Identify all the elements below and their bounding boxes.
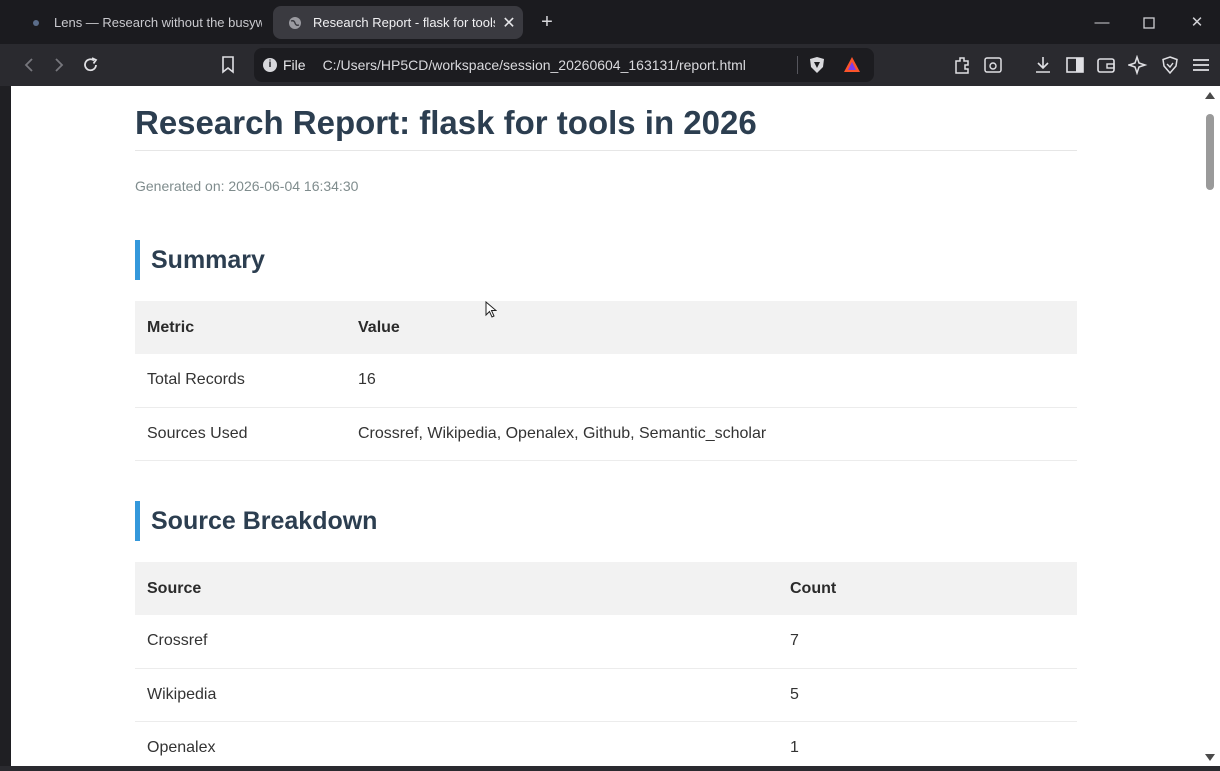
menu-icon[interactable] xyxy=(1189,53,1213,77)
tab-lens[interactable]: Lens — Research without the busywo xyxy=(14,6,262,39)
table-row: Total Records 16 xyxy=(135,354,1077,408)
maximize-button[interactable] xyxy=(1134,10,1164,36)
summary-heading: Summary xyxy=(135,240,265,280)
source-breakdown-heading: Source Breakdown xyxy=(135,501,377,541)
count-cell: 7 xyxy=(778,615,1077,669)
sidebar-toggle-icon[interactable] xyxy=(1063,53,1087,77)
column-header-source: Source xyxy=(135,562,778,615)
close-window-button[interactable]: ✕ xyxy=(1182,10,1212,36)
lens-favicon-icon xyxy=(28,15,44,31)
forward-button[interactable] xyxy=(47,53,71,77)
table-header-row: Metric Value xyxy=(135,301,1077,354)
count-cell: 5 xyxy=(778,668,1077,722)
vpn-shield-icon[interactable] xyxy=(1158,53,1182,77)
bookmark-button[interactable] xyxy=(216,53,240,77)
tab-title: Lens — Research without the busywo xyxy=(54,15,262,30)
window-bottom-edge xyxy=(0,766,1220,771)
new-tab-button[interactable]: + xyxy=(534,10,560,36)
metric-cell: Total Records xyxy=(135,354,346,408)
tab-research-report[interactable]: Research Report - flask for tools ✕ xyxy=(273,6,523,39)
column-header-count: Count xyxy=(778,562,1077,615)
source-cell: Wikipedia xyxy=(135,668,778,722)
extensions-icon[interactable] xyxy=(950,53,974,77)
title-bar: Lens — Research without the busywo Resea… xyxy=(0,0,1220,44)
browser-toolbar: i File C:/Users/HP5CD/workspace/session_… xyxy=(0,44,1220,86)
source-cell: Openalex xyxy=(135,721,778,766)
wallet-icon[interactable] xyxy=(1094,53,1118,77)
close-tab-icon[interactable]: ✕ xyxy=(495,13,523,33)
column-header-metric: Metric xyxy=(135,301,346,354)
table-row: Openalex 1 xyxy=(135,721,1077,766)
url-scheme: File xyxy=(283,57,306,73)
table-row: Sources Used Crossref, Wikipedia, Openal… xyxy=(135,407,1077,461)
summary-table: Metric Value Total Records 16 Sources Us… xyxy=(135,301,1077,461)
url-text[interactable]: C:/Users/HP5CD/workspace/session_2026060… xyxy=(323,57,746,73)
table-header-row: Source Count xyxy=(135,562,1077,615)
address-bar[interactable]: i File C:/Users/HP5CD/workspace/session_… xyxy=(254,48,874,82)
leo-ai-icon[interactable] xyxy=(1126,53,1150,77)
generated-timestamp: Generated on: 2026-06-04 16:34:30 xyxy=(135,178,359,194)
brave-rewards-icon[interactable] xyxy=(843,56,861,77)
back-button[interactable] xyxy=(17,53,41,77)
count-cell: 1 xyxy=(778,721,1077,766)
downloads-icon[interactable] xyxy=(1031,53,1055,77)
tab-title: Research Report - flask for tools xyxy=(313,15,495,30)
column-header-value: Value xyxy=(346,301,1077,354)
scroll-up-arrow-icon[interactable] xyxy=(1205,92,1215,99)
title-divider xyxy=(135,150,1077,151)
brave-shields-icon[interactable] xyxy=(808,56,826,77)
globe-icon xyxy=(287,15,303,31)
page-viewport: Research Report: flask for tools in 2026… xyxy=(11,86,1201,766)
mouse-cursor-icon xyxy=(485,300,498,324)
minimize-button[interactable]: — xyxy=(1087,10,1117,36)
metric-cell: Sources Used xyxy=(135,407,346,461)
site-info-icon[interactable]: i xyxy=(263,58,277,72)
table-row: Crossref 7 xyxy=(135,615,1077,669)
source-breakdown-table: Source Count Crossref 7 Wikipedia 5 Open… xyxy=(135,562,1077,766)
page-title: Research Report: flask for tools in 2026 xyxy=(135,104,757,141)
page-search-icon[interactable] xyxy=(981,53,1005,77)
source-cell: Crossref xyxy=(135,615,778,669)
page-scrollbar[interactable] xyxy=(1201,86,1220,766)
value-cell: Crossref, Wikipedia, Openalex, Github, S… xyxy=(346,407,1077,461)
url-divider xyxy=(797,56,798,74)
scrollbar-thumb[interactable] xyxy=(1206,114,1214,190)
table-row: Wikipedia 5 xyxy=(135,668,1077,722)
scroll-down-arrow-icon[interactable] xyxy=(1205,754,1215,761)
reload-button[interactable] xyxy=(79,53,103,77)
value-cell: 16 xyxy=(346,354,1077,408)
